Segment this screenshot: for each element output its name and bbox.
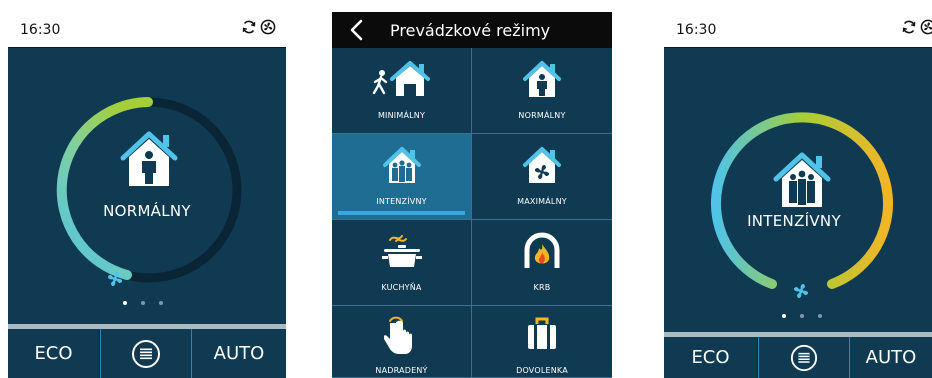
page-dot[interactable] [818, 314, 822, 318]
page-indicator[interactable] [782, 314, 822, 318]
eco-button[interactable]: ECO [664, 337, 758, 378]
mode-tile-label: KUCHYŇA [381, 283, 422, 292]
mode-tile-label: MINIMÁLNY [377, 111, 426, 120]
home-screen-normal: 16:30 NORMÁLNY ECO AUTO [8, 12, 286, 378]
house-person-icon [523, 61, 561, 97]
page-dot[interactable] [782, 314, 786, 318]
mode-tile-label: DOVOLENKA [516, 366, 568, 375]
mode-tile-krb[interactable]: KRB [472, 220, 612, 306]
menu-list-icon [132, 339, 160, 368]
mode-tile-label: INTENZÍVNY [376, 197, 427, 206]
page-dot[interactable] [159, 301, 163, 305]
bottom-bar: ECO AUTO [664, 332, 932, 378]
auto-button[interactable]: AUTO [850, 337, 932, 378]
ventilation-ring [711, 112, 893, 299]
current-mode-label: NORMÁLNY [103, 202, 191, 220]
house-person-icon [120, 131, 178, 186]
sync-icon [242, 20, 256, 34]
ring-progress [56, 97, 153, 280]
mode-tile-minimalny[interactable]: MINIMÁLNY [332, 48, 472, 134]
page-dot[interactable] [800, 314, 804, 318]
mode-tile-intenzivny[interactable]: INTENZÍVNY [332, 134, 472, 220]
current-mode-label: INTENZÍVNY [747, 212, 841, 230]
ventilation-ring [56, 97, 242, 287]
auto-button[interactable]: AUTO [192, 329, 286, 378]
fan-icon [793, 283, 809, 299]
mode-tile-kuchyna[interactable]: KUCHYŇA [332, 220, 472, 306]
mode-selection-screen: Prevádzkové režimy MINIMÁLNY NORMÁLNY IN… [332, 12, 612, 378]
mode-grid: MINIMÁLNY NORMÁLNY INTENZÍVNY MAXIMÁLNY … [332, 48, 612, 378]
house-fan-icon [523, 147, 561, 183]
fan-status-icon [920, 19, 932, 35]
mode-tile-maximalny[interactable]: MAXIMÁLNY [472, 134, 612, 220]
person-walking-house-icon [372, 61, 430, 96]
menu-list-icon [790, 344, 818, 371]
back-arrow-icon[interactable] [346, 18, 370, 42]
page-indicator[interactable] [123, 301, 163, 305]
eco-button[interactable]: ECO [8, 329, 100, 378]
suitcase-icon [528, 317, 556, 349]
sync-icon [902, 20, 916, 34]
clock: 16:30 [20, 22, 61, 38]
status-bar: 16:30 [664, 12, 932, 48]
page-title: Prevádzkové režimy [390, 21, 551, 40]
clock: 16:30 [676, 22, 717, 38]
fireplace-icon [524, 232, 560, 268]
mode-tile-label: KRB [533, 283, 551, 292]
fan-status-icon [260, 19, 276, 35]
home-screen-intensive: 16:30 INTENZÍVNY ECO AUTO [664, 12, 932, 378]
house-group-icon [773, 152, 831, 207]
page-dot[interactable] [141, 301, 145, 305]
bottom-bar: ECO AUTO [8, 324, 286, 378]
mode-tile-nadradeny[interactable]: NADRADENÝ [332, 306, 472, 378]
mode-tile-label: MAXIMÁLNY [517, 197, 567, 206]
title-bar: Prevádzkové režimy [332, 12, 612, 48]
touch-hand-icon [383, 316, 412, 354]
house-group-icon [382, 147, 421, 183]
mode-tile-normalny[interactable]: NORMÁLNY [472, 48, 612, 134]
mode-tile-label: NORMÁLNY [518, 111, 566, 120]
menu-button[interactable] [100, 329, 192, 378]
page-dot[interactable] [123, 301, 127, 305]
menu-button[interactable] [758, 337, 850, 378]
selected-indicator [338, 211, 465, 215]
mode-tile-dovolenka[interactable]: DOVOLENKA [472, 306, 612, 378]
cooking-pot-icon [381, 235, 422, 267]
status-bar: 16:30 [8, 12, 286, 48]
mode-tile-label: NADRADENÝ [375, 366, 428, 375]
